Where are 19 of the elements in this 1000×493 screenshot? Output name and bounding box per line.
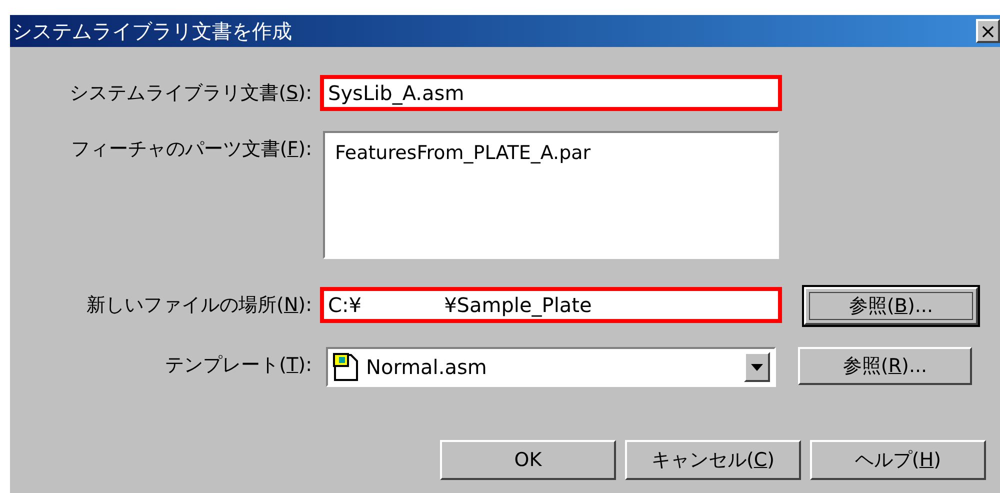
dialog-button[interactable]: キャンセル(C)	[625, 440, 801, 480]
field-label: システムライブラリ文書(S):	[68, 81, 313, 106]
dialog-button[interactable]: OK	[440, 440, 616, 480]
browse-button[interactable]: 参照(B)...	[804, 287, 978, 325]
list-box[interactable]: FeaturesFrom_PLATE_A.par	[323, 131, 779, 259]
template-dropdown[interactable]: Normal.asm	[326, 347, 776, 387]
list-item[interactable]: FeaturesFrom_PLATE_A.par	[331, 139, 771, 168]
field-label: テンプレート(T):	[164, 353, 313, 378]
dialog-button[interactable]: ヘルプ(H)	[810, 440, 986, 480]
window-title: システムライブラリ文書を作成	[11, 18, 292, 45]
input-field[interactable]: C:¥ ¥Sample_Plate	[320, 287, 782, 323]
caret-icon	[751, 364, 763, 370]
field-label: フィーチャのパーツ文書(F):	[70, 137, 313, 162]
close-button[interactable]: ×	[976, 19, 1000, 43]
dropdown-button[interactable]	[744, 352, 770, 382]
browse-button[interactable]: 参照(R)...	[798, 347, 972, 385]
document-icon	[332, 352, 360, 382]
field-label: 新しいファイルの場所(N):	[86, 293, 313, 318]
input-field[interactable]: SysLib_A.asm	[320, 75, 782, 111]
